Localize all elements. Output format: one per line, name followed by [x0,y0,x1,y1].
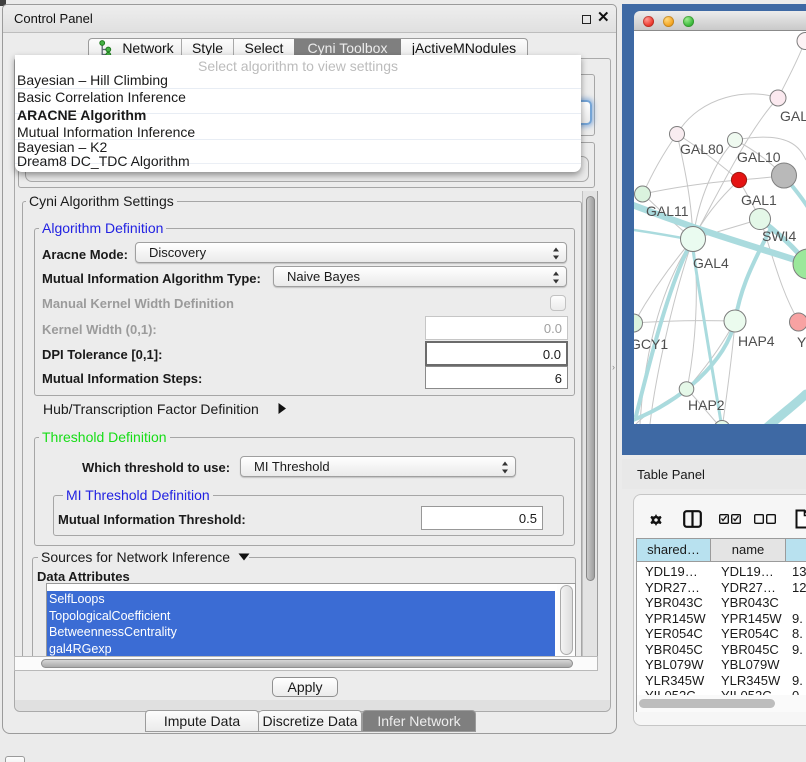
svg-text:GAL4: GAL4 [693,255,729,271]
svg-text:HAP2: HAP2 [688,397,725,413]
svg-text:Y: Y [797,334,806,350]
svg-text:GAL1: GAL1 [741,192,777,208]
svg-text:GAL11: GAL11 [646,203,689,219]
svg-text:SWI4: SWI4 [762,228,796,244]
svg-text:GAL10: GAL10 [737,149,781,165]
svg-text:GAL80: GAL80 [680,141,724,157]
svg-text:HAP4: HAP4 [738,333,775,349]
svg-text:GAL: GAL [780,108,806,124]
svg-text:GCY1: GCY1 [634,336,668,352]
